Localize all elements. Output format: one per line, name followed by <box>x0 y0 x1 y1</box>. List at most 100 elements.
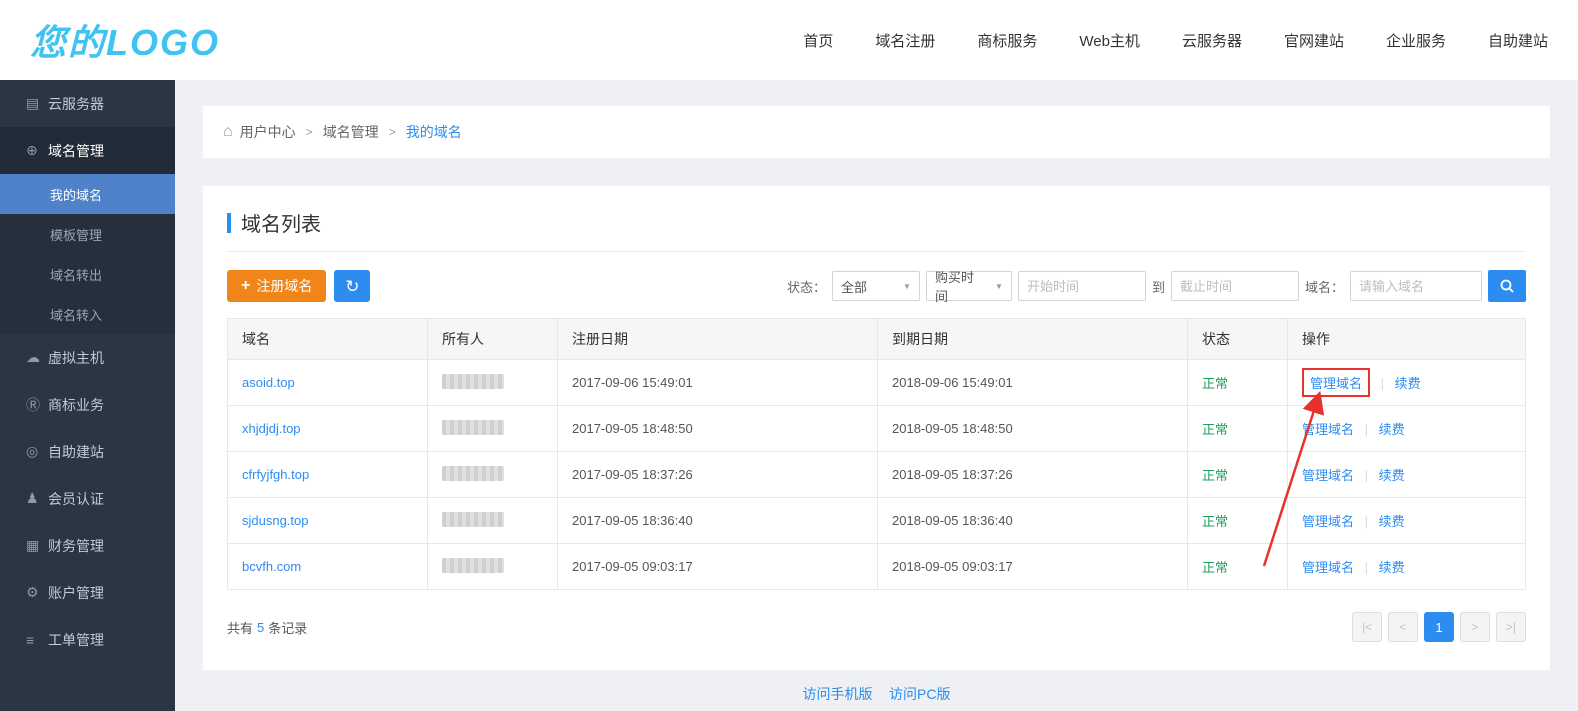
status-select-value: 全部 <box>841 277 867 296</box>
registered-date: 2017-09-06 15:49:01 <box>558 360 878 406</box>
nav-web-hosting[interactable]: Web主机 <box>1079 30 1140 51</box>
breadcrumb-domain-management[interactable]: 域名管理 <box>323 122 379 142</box>
col-header-registered: 注册日期 <box>558 319 878 360</box>
owner-redacted <box>442 466 504 481</box>
table-row: xhjdjdj.top 2017-09-05 18:48:50 2018-09-… <box>228 406 1526 452</box>
register-domain-button[interactable]: + 注册域名 <box>227 270 326 302</box>
top-header: 您的LOGO 首页 域名注册 商标服务 Web主机 云服务器 官网建站 企业服务… <box>0 0 1578 80</box>
filter-group: 状态： 全部 ▼ 购买时间 ▼ 到 域名： <box>787 270 1526 302</box>
sidebar-item-ticket-management[interactable]: ≡ 工单管理 <box>0 616 175 663</box>
search-button[interactable] <box>1488 270 1526 302</box>
pagination-page-1-button[interactable]: 1 <box>1424 612 1454 642</box>
col-header-status: 状态 <box>1188 319 1288 360</box>
subitem-label: 域名转出 <box>50 265 102 284</box>
status-badge: 正常 <box>1202 468 1228 483</box>
builder-icon: ◎ <box>26 443 48 460</box>
time-type-select-value: 购买时间 <box>935 267 985 305</box>
domain-link[interactable]: xhjdjdj.top <box>242 421 301 436</box>
sidebar-subitem-domain-transfer-in[interactable]: 域名转入 <box>0 294 175 334</box>
expire-date: 2018-09-05 09:03:17 <box>878 544 1188 590</box>
renew-link[interactable]: 续费 <box>1379 422 1405 437</box>
breadcrumb-user-center[interactable]: 用户中心 <box>240 122 296 142</box>
pc-version-link[interactable]: 访问PC版 <box>889 686 950 702</box>
time-type-select[interactable]: 购买时间 ▼ <box>926 271 1012 301</box>
top-nav: 首页 域名注册 商标服务 Web主机 云服务器 官网建站 企业服务 自助建站 <box>803 30 1548 51</box>
sidebar-subitem-template-management[interactable]: 模板管理 <box>0 214 175 254</box>
sidebar-item-site-builder[interactable]: ◎ 自助建站 <box>0 428 175 475</box>
mobile-version-link[interactable]: 访问手机版 <box>803 686 873 702</box>
ticket-icon: ≡ <box>26 632 48 648</box>
owner-redacted <box>442 512 504 527</box>
total-prefix: 共有 <box>227 618 253 637</box>
breadcrumb-separator: > <box>306 125 313 139</box>
nav-site-builder[interactable]: 官网建站 <box>1284 30 1344 51</box>
sidebar-subitem-domain-transfer-out[interactable]: 域名转出 <box>0 254 175 294</box>
nav-enterprise[interactable]: 企业服务 <box>1386 30 1446 51</box>
status-select[interactable]: 全部 ▼ <box>832 271 920 301</box>
pagination-next-button[interactable]: > <box>1460 612 1490 642</box>
manage-domain-link[interactable]: 管理域名 <box>1302 422 1354 437</box>
nav-home[interactable]: 首页 <box>803 30 833 51</box>
start-date-input[interactable] <box>1018 271 1146 301</box>
sidebar-item-label: 工单管理 <box>48 630 104 650</box>
refresh-button[interactable]: ↻ <box>334 270 370 302</box>
owner-redacted <box>442 374 504 389</box>
domain-table: 域名 所有人 注册日期 到期日期 状态 操作 asoid.top 2017-09… <box>227 318 1526 590</box>
sidebar-item-label: 财务管理 <box>48 536 104 556</box>
nav-trademark[interactable]: 商标服务 <box>977 30 1037 51</box>
manage-domain-link[interactable]: 管理域名 <box>1302 514 1354 529</box>
renew-link[interactable]: 续费 <box>1379 514 1405 529</box>
owner-redacted <box>442 420 504 435</box>
sidebar-item-label: 虚拟主机 <box>48 348 104 368</box>
status-badge: 正常 <box>1202 376 1228 391</box>
pagination-prev-button[interactable]: < <box>1388 612 1418 642</box>
server-icon: ▤ <box>26 95 48 112</box>
table-row: asoid.top 2017-09-06 15:49:01 2018-09-06… <box>228 360 1526 406</box>
sidebar-item-account-management[interactable]: ⚙ 账户管理 <box>0 569 175 616</box>
table-row: cfrfyjfgh.top 2017-09-05 18:37:26 2018-0… <box>228 452 1526 498</box>
action-separator: | <box>1365 560 1368 575</box>
domain-link[interactable]: cfrfyjfgh.top <box>242 467 309 482</box>
sidebar-item-label: 云服务器 <box>48 94 104 114</box>
renew-link[interactable]: 续费 <box>1395 376 1421 391</box>
action-separator: | <box>1381 376 1384 391</box>
renew-link[interactable]: 续费 <box>1379 560 1405 575</box>
action-separator: | <box>1365 422 1368 437</box>
sidebar-item-domain-management[interactable]: ⊕ 域名管理 <box>0 127 175 174</box>
action-separator: | <box>1365 514 1368 529</box>
sidebar-item-cloud-server[interactable]: ▤ 云服务器 <box>0 80 175 127</box>
sidebar-item-virtual-hosting[interactable]: ☁ 虚拟主机 <box>0 334 175 381</box>
domain-link[interactable]: sjdusng.top <box>242 513 309 528</box>
date-range-to-label: 到 <box>1152 277 1165 296</box>
sidebar-item-member-verification[interactable]: ♟ 会员认证 <box>0 475 175 522</box>
nav-cloud-server[interactable]: 云服务器 <box>1182 30 1242 51</box>
sidebar-subitem-my-domains[interactable]: 我的域名 <box>0 174 175 214</box>
table-row: bcvfh.com 2017-09-05 09:03:17 2018-09-05… <box>228 544 1526 590</box>
nav-domain-register[interactable]: 域名注册 <box>875 30 935 51</box>
domain-link[interactable]: bcvfh.com <box>242 559 301 574</box>
sidebar-item-label: 域名管理 <box>48 141 104 161</box>
domain-search-input[interactable] <box>1350 271 1482 301</box>
subitem-label: 域名转入 <box>50 305 102 324</box>
nav-self-service[interactable]: 自助建站 <box>1488 30 1548 51</box>
pagination-first-button[interactable]: |< <box>1352 612 1382 642</box>
domain-link[interactable]: asoid.top <box>242 375 295 390</box>
sidebar-item-trademark-business[interactable]: Ⓡ 商标业务 <box>0 381 175 428</box>
col-header-expires: 到期日期 <box>878 319 1188 360</box>
manage-domain-link[interactable]: 管理域名 <box>1302 468 1354 483</box>
annotation-highlight-box: 管理域名 <box>1302 368 1370 397</box>
registered-date: 2017-09-05 09:03:17 <box>558 544 878 590</box>
status-badge: 正常 <box>1202 514 1228 529</box>
pagination-last-button[interactable]: >| <box>1496 612 1526 642</box>
manage-domain-link[interactable]: 管理域名 <box>1302 560 1354 575</box>
registered-icon: Ⓡ <box>26 395 48 415</box>
refresh-icon: ↻ <box>345 277 359 296</box>
end-date-input[interactable] <box>1171 271 1299 301</box>
plus-icon: + <box>241 277 250 295</box>
title-accent-bar <box>227 213 231 233</box>
manage-domain-link[interactable]: 管理域名 <box>1310 376 1362 391</box>
register-domain-label: 注册域名 <box>256 276 312 296</box>
sidebar-item-finance-management[interactable]: ▦ 财务管理 <box>0 522 175 569</box>
renew-link[interactable]: 续费 <box>1379 468 1405 483</box>
breadcrumb-my-domains[interactable]: 我的域名 <box>406 122 462 142</box>
